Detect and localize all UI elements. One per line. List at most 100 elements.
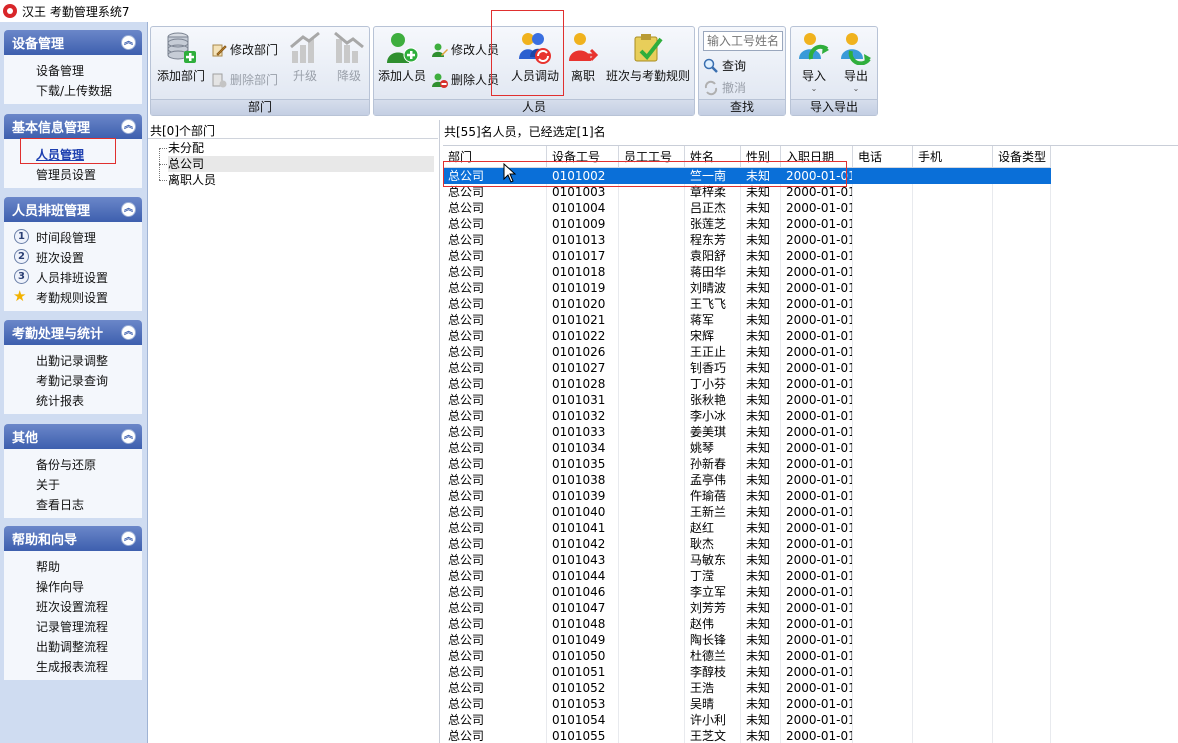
- table-row[interactable]: 总公司 0101048 赵伟 未知 2000-01-01: [443, 616, 1178, 632]
- column-header[interactable]: 姓名: [685, 146, 741, 168]
- delete-dept-button[interactable]: 删除部门: [211, 71, 278, 88]
- table-row[interactable]: 总公司 0101003 章梓柔 未知 2000-01-01: [443, 184, 1178, 200]
- sidebar-item[interactable]: 查看日志: [4, 494, 142, 514]
- table-cell: 刘晴波: [685, 280, 741, 296]
- table-row[interactable]: 总公司 0101049 陶长锋 未知 2000-01-01: [443, 632, 1178, 648]
- sidebar-item[interactable]: ★ 考勤规则设置: [4, 287, 142, 307]
- edit-dept-button[interactable]: 修改部门: [211, 41, 278, 58]
- table-row[interactable]: 总公司 0101041 赵红 未知 2000-01-01: [443, 520, 1178, 536]
- table-cell: [913, 248, 993, 264]
- shift-rules-button[interactable]: 班次与考勤规则: [604, 31, 692, 84]
- table-row[interactable]: 总公司 0101051 李醇枝 未知 2000-01-01: [443, 664, 1178, 680]
- add-person-button[interactable]: 添加人员: [377, 31, 427, 84]
- sidebar-item[interactable]: 1 时间段管理: [4, 227, 142, 247]
- table-row[interactable]: 总公司 0101021 蒋军 未知 2000-01-01: [443, 312, 1178, 328]
- table-row[interactable]: 总公司 0101052 王浩 未知 2000-01-01: [443, 680, 1178, 696]
- table-row[interactable]: 总公司 0101053 吴晴 未知 2000-01-01: [443, 696, 1178, 712]
- table-row[interactable]: 总公司 0101047 刘芳芳 未知 2000-01-01: [443, 600, 1178, 616]
- table-row[interactable]: 总公司 0101028 丁小芬 未知 2000-01-01: [443, 376, 1178, 392]
- table-row[interactable]: 总公司 0101042 耿杰 未知 2000-01-01: [443, 536, 1178, 552]
- resign-button[interactable]: 离职: [566, 31, 600, 84]
- table-row[interactable]: 总公司 0101040 王新兰 未知 2000-01-01: [443, 504, 1178, 520]
- table-row[interactable]: 总公司 0101004 吕正杰 未知 2000-01-01: [443, 200, 1178, 216]
- sidebar-group-header[interactable]: 帮助和向导 ︽: [4, 526, 142, 551]
- table-row[interactable]: 总公司 0101002 竺一南 未知 2000-01-01: [443, 168, 1178, 184]
- table-row[interactable]: 总公司 0101027 钊香巧 未知 2000-01-01: [443, 360, 1178, 376]
- table-row[interactable]: 总公司 0101026 王正止 未知 2000-01-01: [443, 344, 1178, 360]
- table-row[interactable]: 总公司 0101019 刘晴波 未知 2000-01-01: [443, 280, 1178, 296]
- sidebar-item[interactable]: 设备管理: [4, 60, 142, 80]
- column-header[interactable]: 手机: [913, 146, 993, 168]
- sidebar-item[interactable]: 记录管理流程: [4, 616, 142, 636]
- add-dept-button[interactable]: 添加部门: [155, 31, 207, 84]
- table-row[interactable]: 总公司 0101035 孙新春 未知 2000-01-01: [443, 456, 1178, 472]
- collapse-icon[interactable]: ︽: [121, 35, 136, 50]
- column-header[interactable]: 设备类型: [993, 146, 1051, 168]
- sidebar-item[interactable]: 2 班次设置: [4, 247, 142, 267]
- sidebar-group-header[interactable]: 基本信息管理 ︽: [4, 114, 142, 139]
- import-button[interactable]: 导入 ⌄: [795, 31, 833, 93]
- table-row[interactable]: 总公司 0101039 仵瑜蓓 未知 2000-01-01: [443, 488, 1178, 504]
- sidebar-item[interactable]: 备份与还原: [4, 454, 142, 474]
- table-row[interactable]: 总公司 0101020 王飞飞 未知 2000-01-01: [443, 296, 1178, 312]
- table-row[interactable]: 总公司 0101022 宋辉 未知 2000-01-01: [443, 328, 1178, 344]
- table-row[interactable]: 总公司 0101044 丁滢 未知 2000-01-01: [443, 568, 1178, 584]
- cancel-search-button[interactable]: 撤消: [703, 79, 746, 96]
- tree-item-head-office[interactable]: 总公司: [168, 156, 434, 172]
- table-row[interactable]: 总公司 0101032 李小冰 未知 2000-01-01: [443, 408, 1178, 424]
- column-header[interactable]: 部门: [443, 146, 547, 168]
- table-row[interactable]: 总公司 0101018 蒋田华 未知 2000-01-01: [443, 264, 1178, 280]
- employee-search-input[interactable]: [703, 31, 783, 51]
- column-header[interactable]: 设备工号: [547, 146, 619, 168]
- sidebar-item[interactable]: 帮助: [4, 556, 142, 576]
- sidebar-item[interactable]: 操作向导: [4, 576, 142, 596]
- sidebar-item[interactable]: 出勤记录调整: [4, 350, 142, 370]
- table-row[interactable]: 总公司 0101033 姜美琪 未知 2000-01-01: [443, 424, 1178, 440]
- sidebar-item[interactable]: 3 人员排班设置: [4, 267, 142, 287]
- sidebar-item[interactable]: 考勤记录查询: [4, 370, 142, 390]
- table-row[interactable]: 总公司 0101038 孟亭伟 未知 2000-01-01: [443, 472, 1178, 488]
- column-header[interactable]: 员工工号: [619, 146, 685, 168]
- sidebar-group-header[interactable]: 设备管理 ︽: [4, 30, 142, 55]
- sidebar-group-header[interactable]: 人员排班管理 ︽: [4, 197, 142, 222]
- transfer-person-button[interactable]: 人员调动: [508, 31, 562, 84]
- sidebar-item[interactable]: 生成报表流程: [4, 656, 142, 676]
- sidebar-item[interactable]: 统计报表: [4, 390, 142, 410]
- sidebar-item[interactable]: 班次设置流程: [4, 596, 142, 616]
- export-button[interactable]: 导出 ⌄: [837, 31, 875, 93]
- sidebar-group-header[interactable]: 考勤处理与统计 ︽: [4, 320, 142, 345]
- column-header[interactable]: 性别: [741, 146, 781, 168]
- table-row[interactable]: 总公司 0101043 马敏东 未知 2000-01-01: [443, 552, 1178, 568]
- delete-person-button[interactable]: 删除人员: [432, 71, 499, 88]
- collapse-icon[interactable]: ︽: [121, 429, 136, 444]
- column-header[interactable]: 电话: [853, 146, 913, 168]
- collapse-icon[interactable]: ︽: [121, 325, 136, 340]
- collapse-icon[interactable]: ︽: [121, 119, 136, 134]
- tree-item-unassigned[interactable]: 未分配: [168, 140, 204, 156]
- sidebar-item[interactable]: 关于: [4, 474, 142, 494]
- table-row[interactable]: 总公司 0101017 袁阳舒 未知 2000-01-01: [443, 248, 1178, 264]
- column-header[interactable]: 入职日期: [781, 146, 853, 168]
- table-cell: 0101031: [547, 392, 619, 408]
- sidebar-item[interactable]: 管理员设置: [4, 164, 142, 184]
- query-button[interactable]: 查询: [703, 57, 746, 74]
- sidebar-item[interactable]: 出勤调整流程: [4, 636, 142, 656]
- table-row[interactable]: 总公司 0101013 程东芳 未知 2000-01-01: [443, 232, 1178, 248]
- table-row[interactable]: 总公司 0101009 张莲芝 未知 2000-01-01: [443, 216, 1178, 232]
- table-row[interactable]: 总公司 0101054 许小利 未知 2000-01-01: [443, 712, 1178, 728]
- table-row[interactable]: 总公司 0101034 姚琴 未知 2000-01-01: [443, 440, 1178, 456]
- tree-item-resigned[interactable]: 离职人员: [168, 172, 216, 188]
- sidebar-item[interactable]: 下载/上传数据: [4, 80, 142, 100]
- edit-person-button[interactable]: 修改人员: [432, 41, 499, 58]
- sidebar-group-header[interactable]: 其他 ︽: [4, 424, 142, 449]
- table-row[interactable]: 总公司 0101055 王芝文 未知 2000-01-01: [443, 728, 1178, 743]
- table-row[interactable]: 总公司 0101046 李立军 未知 2000-01-01: [443, 584, 1178, 600]
- table-cell: 总公司: [443, 312, 547, 328]
- sidebar-item[interactable]: 人员管理: [4, 144, 142, 164]
- collapse-icon[interactable]: ︽: [121, 531, 136, 546]
- upgrade-button[interactable]: 升级: [285, 31, 325, 84]
- table-row[interactable]: 总公司 0101050 杜德兰 未知 2000-01-01: [443, 648, 1178, 664]
- table-row[interactable]: 总公司 0101031 张秋艳 未知 2000-01-01: [443, 392, 1178, 408]
- collapse-icon[interactable]: ︽: [121, 202, 136, 217]
- downgrade-button[interactable]: 降级: [329, 31, 369, 84]
